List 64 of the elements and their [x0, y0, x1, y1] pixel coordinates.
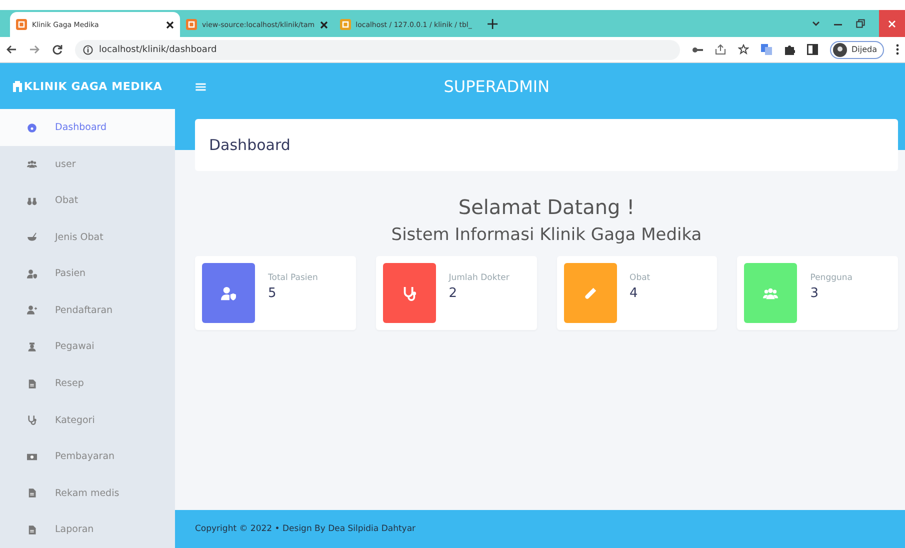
user-shield-icon — [221, 286, 236, 300]
stat-label: Obat — [630, 273, 650, 283]
user-shield-icon — [27, 268, 37, 279]
sidebar-item[interactable]: Jenis Obat — [0, 219, 175, 256]
more-icon[interactable] — [896, 44, 899, 55]
stat-value: 4 — [630, 286, 639, 301]
welcome-heading: Selamat Datang ! — [457, 195, 636, 219]
document-icon — [27, 524, 37, 535]
forward-icon[interactable] — [29, 44, 40, 55]
key-icon[interactable] — [692, 46, 704, 54]
info-icon — [83, 44, 93, 54]
app-icon — [16, 19, 27, 30]
stat-value: 2 — [448, 286, 458, 301]
banknote-icon — [27, 452, 37, 462]
new-tab-button[interactable]: + — [478, 14, 508, 33]
sidebar-item[interactable]: Pembayaran — [0, 438, 175, 475]
restore-icon[interactable] — [856, 19, 865, 28]
brand-name: KLINIK GAGA MEDIKA — [24, 80, 162, 93]
page-title: Dashboard — [209, 136, 290, 154]
chevron-down-icon[interactable] — [812, 20, 820, 26]
reload-icon[interactable] — [52, 44, 63, 55]
document-icon — [27, 488, 37, 498]
hospital-icon — [12, 80, 22, 92]
app-icon — [340, 19, 351, 30]
sidebar-item[interactable]: Kategori — [0, 402, 175, 438]
sidebar-item[interactable]: Rekam medis — [0, 474, 175, 512]
role-title: SUPERADMIN — [442, 77, 551, 96]
avatar-icon — [833, 42, 848, 56]
puzzle-icon[interactable] — [784, 44, 796, 55]
sidebar-item[interactable]: Laporan — [0, 511, 175, 548]
side-panel-icon[interactable] — [807, 44, 818, 55]
stat-value: 3 — [810, 286, 820, 301]
stethoscope-icon — [27, 415, 37, 426]
stat-value: 5 — [268, 286, 278, 301]
app-icon — [186, 19, 197, 30]
profile-button[interactable]: Dijeda — [830, 40, 884, 58]
document-icon — [27, 378, 37, 389]
copyright-text: Copyright © 2022 • Design By Dea Silpidia Dahtyar — [195, 524, 416, 534]
close-icon[interactable] — [166, 20, 174, 28]
user-plus-icon — [27, 305, 37, 316]
system-subtitle: Sistem Informasi Klinik Gaga Medika — [390, 225, 703, 245]
sidebar-item[interactable]: Dashboard — [0, 109, 175, 146]
star-icon[interactable] — [738, 44, 750, 55]
mortar-icon — [27, 232, 37, 242]
share-icon[interactable] — [715, 44, 726, 55]
stat-label: Jumlah Dokter — [448, 273, 510, 283]
menu-button[interactable]: ≡ — [194, 77, 208, 96]
stat-label: Pengguna — [810, 273, 852, 283]
sidebar-item[interactable]: Pasien — [0, 256, 175, 292]
sidebar-item[interactable]: user — [0, 146, 175, 183]
close-window-button[interactable] — [879, 10, 905, 37]
sidebar-item[interactable]: Pegawai — [0, 328, 175, 366]
sidebar-item[interactable]: Obat — [0, 182, 175, 220]
address-bar[interactable]: localhost/klinik/dashboard — [75, 40, 680, 60]
stethoscope-icon — [402, 286, 417, 300]
sidebar-item[interactable]: Pendaftaran — [0, 292, 175, 329]
back-icon[interactable] — [6, 44, 17, 55]
users-icon — [763, 286, 778, 300]
stat-label: Total Pasien — [268, 273, 318, 283]
translate-icon[interactable] — [761, 44, 772, 55]
users-icon — [27, 159, 37, 170]
close-icon[interactable] — [320, 20, 328, 28]
sidebar-item[interactable]: Resep — [0, 365, 175, 402]
pill-icon — [582, 286, 598, 300]
